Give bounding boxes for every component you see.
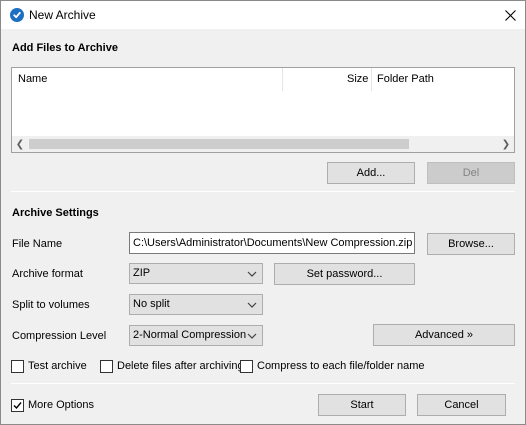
column-separator[interactable]: [282, 68, 283, 91]
scroll-right-icon[interactable]: ❯: [498, 136, 514, 152]
test-archive-checkbox[interactable]: Test archive: [11, 358, 87, 374]
archive-format-value: ZIP: [133, 267, 151, 279]
del-button[interactable]: Del: [427, 162, 515, 184]
files-list-header: Name Size Folder Path: [12, 68, 514, 91]
delete-after-archiving-label: Delete files after archiving: [117, 360, 244, 372]
start-button[interactable]: Start: [318, 394, 406, 416]
close-button[interactable]: [495, 1, 525, 29]
close-icon: [504, 9, 516, 21]
archive-settings-section-title: Archive Settings: [12, 207, 99, 219]
window-title: New Archive: [29, 8, 96, 22]
add-files-section-title: Add Files to Archive: [12, 42, 118, 54]
column-header-size[interactable]: Size: [341, 68, 368, 91]
cancel-button[interactable]: Cancel: [417, 394, 506, 416]
chevron-down-icon: [247, 302, 257, 308]
split-volumes-label: Split to volumes: [12, 299, 90, 311]
set-password-button[interactable]: Set password...: [274, 263, 415, 285]
advanced-button[interactable]: Advanced »: [373, 324, 515, 346]
checkbox-box[interactable]: [100, 359, 113, 373]
compression-level-value: 2-Normal Compression: [133, 329, 247, 341]
split-volumes-value: No split: [133, 298, 170, 310]
scroll-left-icon[interactable]: ❮: [12, 136, 28, 152]
scrollbar-thumb[interactable]: [29, 139, 409, 149]
checkbox-box[interactable]: [240, 359, 253, 373]
section-divider: [11, 191, 515, 192]
file-name-label: File Name: [12, 238, 63, 250]
compression-level-label: Compression Level: [12, 330, 107, 342]
compression-level-select[interactable]: 2-Normal Compression: [129, 325, 263, 346]
column-header-folder-path[interactable]: Folder Path: [371, 68, 434, 91]
files-list[interactable]: Name Size Folder Path ❮ ❯: [11, 67, 515, 153]
more-options-checkbox[interactable]: More Options: [11, 397, 94, 413]
archive-format-select[interactable]: ZIP: [129, 263, 263, 284]
chevron-down-icon: [247, 271, 257, 277]
horizontal-scrollbar[interactable]: ❮ ❯: [12, 136, 514, 152]
archive-format-label: Archive format: [12, 268, 83, 280]
checkbox-box-checked[interactable]: [11, 398, 24, 412]
file-name-input[interactable]: C:\Users\Administrator\Documents\New Com…: [129, 232, 415, 254]
column-header-name[interactable]: Name: [12, 68, 47, 91]
new-archive-dialog: New Archive Add Files to Archive Name Si…: [0, 0, 526, 425]
compress-each-label: Compress to each file/folder name: [257, 360, 425, 372]
delete-after-archiving-checkbox[interactable]: Delete files after archiving: [100, 358, 244, 374]
browse-button[interactable]: Browse...: [427, 233, 515, 255]
chevron-down-icon: [247, 333, 257, 339]
add-button[interactable]: Add...: [327, 162, 415, 184]
checkmark-icon: [13, 401, 22, 409]
footer-divider: [11, 383, 515, 384]
test-archive-label: Test archive: [28, 360, 87, 372]
more-options-label: More Options: [28, 399, 95, 411]
compress-each-checkbox[interactable]: Compress to each file/folder name: [240, 358, 425, 374]
checkbox-box[interactable]: [11, 359, 24, 373]
split-volumes-select[interactable]: No split: [129, 294, 263, 315]
title-bar: New Archive: [1, 1, 525, 29]
app-icon: [10, 8, 24, 22]
